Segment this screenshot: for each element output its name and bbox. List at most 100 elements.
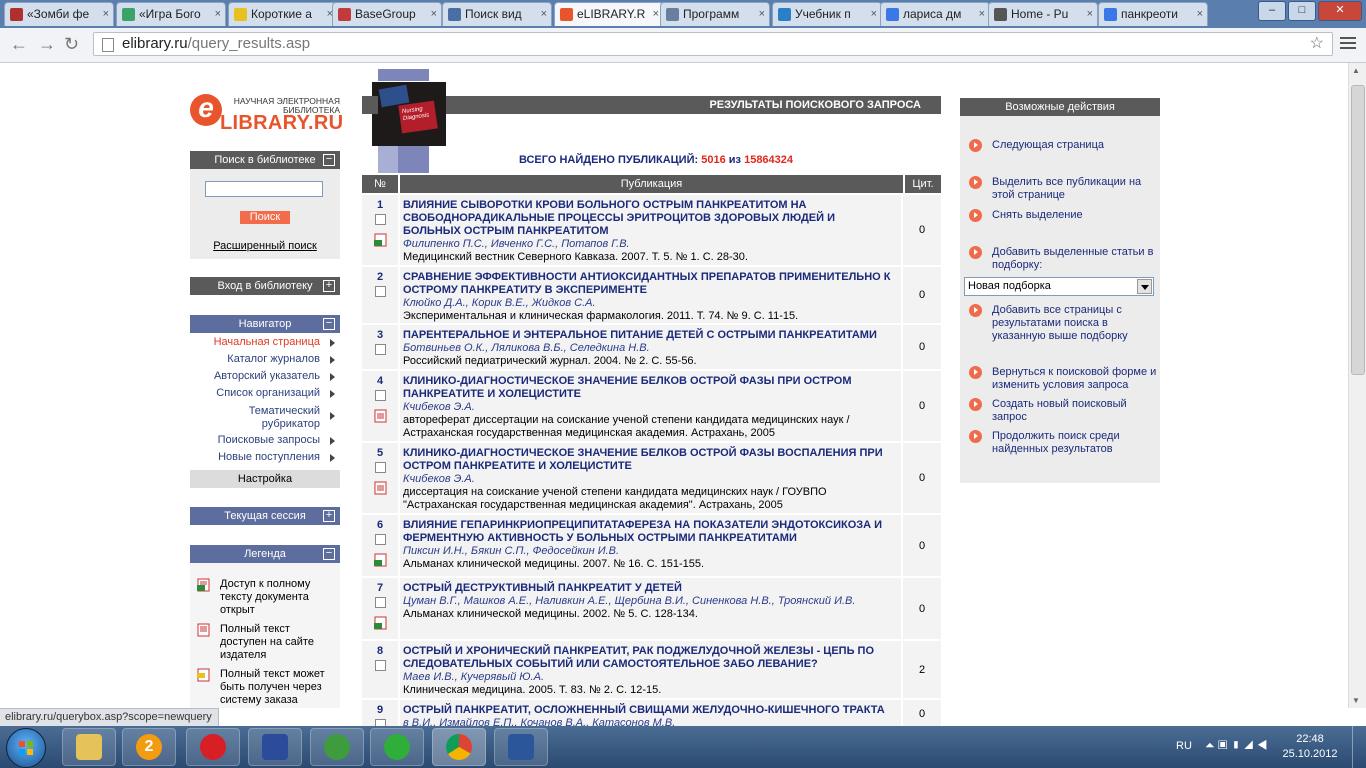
row-checkbox[interactable] [375,534,386,545]
action-arrow-icon[interactable] [969,139,982,152]
publication-authors[interactable]: Клюйко Д.А., Корик В.Е., Жидков С.А. [403,297,893,310]
tab-close-icon[interactable]: × [215,3,221,25]
publication-authors[interactable]: Кчибеков Э.А. [403,401,893,414]
action-back-to-form[interactable]: Вернуться к поисковой форме и изменить у… [992,366,1160,392]
publication-authors[interactable]: Филипенко П.С., Ивченко Г.С., Потапов Г.… [403,238,893,251]
action-arrow-icon[interactable] [969,176,982,189]
publication-authors[interactable]: Пиксин И.Н., Бякин С.П., Федосейкин И.В. [403,545,893,558]
row-checkbox[interactable] [375,462,386,473]
tab-close-icon[interactable]: × [103,3,109,25]
publication-authors[interactable]: Маев И.В., Кучерявый Ю.А. [403,671,893,684]
tab-close-icon[interactable]: × [759,3,765,25]
tab-close-icon[interactable]: × [1197,3,1203,25]
citation-count[interactable]: 0 [903,289,941,301]
collapse-icon[interactable]: − [323,548,335,560]
pdf-open-access-icon[interactable] [374,616,388,630]
expand-icon[interactable]: + [323,280,335,292]
publication-authors[interactable]: Кчибеков Э.А. [403,473,893,486]
citation-count[interactable]: 0 [903,603,941,615]
tray-icons[interactable]: ⏶ ▣ ▮ ◢ ◀ [1205,738,1267,753]
publication-title[interactable]: ПАРЕНТЕРАЛЬНОЕ И ЭНТЕРАЛЬНОЕ ПИТАНИЕ ДЕТ… [403,329,893,342]
row-checkbox[interactable] [375,214,386,225]
citation-count[interactable]: 0 [903,341,941,353]
row-checkbox[interactable] [375,597,386,608]
action-arrow-icon[interactable] [969,209,982,222]
chevron-down-icon[interactable] [1137,279,1152,294]
publication-title[interactable]: ОСТРЫЙ И ХРОНИЧЕСКИЙ ПАНКРЕАТИТ, РАК ПОД… [403,645,893,671]
login-box-header[interactable]: Вход в библиотеку + [190,277,340,295]
action-arrow-icon[interactable] [969,398,982,411]
action-new-query[interactable]: Создать новый поисковый запрос [992,398,1160,424]
action-search-within[interactable]: Продолжить поиск среди найденных результ… [992,430,1160,456]
publication-title[interactable]: ВЛИЯНИЕ ГЕПАРИНКРИОПРЕЦИПИТАТАФЕРЕЗА НА … [403,519,893,545]
browser-tab[interactable]: Короткие а × [228,2,338,26]
collapse-icon[interactable]: − [323,318,335,330]
browser-tab[interactable]: панкреоти × [1098,2,1208,26]
nav-item-organizations[interactable]: Список организаций [210,387,320,400]
taskbar-chrome[interactable] [432,728,486,766]
tab-close-icon[interactable]: × [1087,3,1093,25]
taskbar-clock[interactable]: 22:48 25.10.2012 [1280,732,1340,762]
nav-item-journals[interactable]: Каталог журналов [210,353,320,366]
pdf-open-access-icon[interactable] [374,553,388,567]
browser-tab[interactable]: Home - Pu × [988,2,1098,26]
nav-item-rubricator[interactable]: Тематический рубрикатор [210,405,320,431]
browser-tab[interactable]: Учебник п × [772,2,882,26]
publication-title[interactable]: КЛИНИКО-ДИАГНОСТИЧЕСКОЕ ЗНАЧЕНИЕ БЕЛКОВ … [403,375,893,401]
pdf-open-access-icon[interactable] [374,233,388,247]
taskbar-save[interactable] [248,728,302,766]
citation-count[interactable]: 0 [903,708,941,720]
nav-item-queries[interactable]: Поисковые запросы [210,434,320,447]
scrollbar-thumb[interactable] [1351,85,1365,375]
action-arrow-icon[interactable] [969,246,982,259]
publication-title[interactable]: СРАВНЕНИЕ ЭФФЕКТИВНОСТИ АНТИОКСИДАНТНЫХ … [403,271,893,297]
publication-title[interactable]: КЛИНИКО-ДИАГНОСТИЧЕСКОЕ ЗНАЧЕНИЕ БЕЛКОВ … [403,447,893,473]
publication-title[interactable]: ОСТРЫЙ ДЕСТРУКТИВНЫЙ ПАНКРЕАТИТ У ДЕТЕЙ [403,582,893,595]
start-button[interactable] [6,728,46,768]
taskbar-explorer[interactable] [62,728,116,766]
action-select-all[interactable]: Выделить все публикации на этой странице [992,176,1160,202]
pdf-publisher-icon[interactable] [374,481,388,495]
search-button[interactable]: Поиск [240,211,290,224]
forward-icon[interactable]: → [38,34,56,55]
maximize-button[interactable]: □ [1288,1,1316,21]
action-next-page[interactable]: Следующая страница [992,139,1160,152]
input-language[interactable]: RU [1176,740,1192,752]
publication-authors[interactable]: Цуман В.Г., Машков А.Е., Наливкин А.Е., … [403,595,893,608]
row-checkbox[interactable] [375,286,386,297]
row-checkbox[interactable] [375,344,386,355]
publication-authors[interactable]: Ботвиньев О.К., Ляликова В.Б., Селедкина… [403,342,893,355]
scroll-down-icon[interactable]: ▼ [1352,696,1360,705]
publication-title[interactable]: ОСТРЫЙ ПАНКРЕАТИТ, ОСЛОЖНЕННЫЙ СВИЩАМИ Ж… [403,704,893,717]
nav-item-home[interactable]: Начальная страница [210,336,320,349]
taskbar-mail-agent[interactable] [370,728,424,766]
close-window-button[interactable]: ✕ [1318,1,1362,21]
action-deselect[interactable]: Снять выделение [992,209,1160,222]
nav-item-new[interactable]: Новые поступления [210,451,320,464]
address-bar[interactable]: elibrary.ru/query_results.asp ☆ [93,32,1333,56]
reload-icon[interactable]: ↻ [64,34,79,55]
taskbar-utorrent[interactable] [310,728,364,766]
page-scrollbar[interactable]: ▲ ▼ [1348,63,1366,708]
action-arrow-icon[interactable] [969,430,982,443]
citation-count[interactable]: 0 [903,400,941,412]
settings-link[interactable]: Настройка [190,470,340,488]
action-add-all-pages[interactable]: Добавить все страницы с результатами пои… [992,304,1160,343]
browser-tab[interactable]: Программ × [660,2,770,26]
session-header[interactable]: Текущая сессия + [190,507,340,525]
tab-close-icon[interactable]: × [431,3,437,25]
tab-close-icon[interactable]: × [979,3,985,25]
taskbar-messenger[interactable]: 2 [122,728,176,766]
citation-count[interactable]: 0 [903,224,941,236]
collection-select[interactable]: Новая подборка [964,277,1154,296]
browser-tab[interactable]: лариса дм × [880,2,990,26]
browser-tab[interactable]: Поиск вид × [442,2,552,26]
citation-count[interactable]: 0 [903,472,941,484]
action-add-selected[interactable]: Добавить выделенные статьи в подборку: [992,246,1160,272]
taskbar-word[interactable] [494,728,548,766]
publication-title[interactable]: ВЛИЯНИЕ СЫВОРОТКИ КРОВИ БОЛЬНОГО ОСТРЫМ … [403,199,893,238]
nav-item-authors[interactable]: Авторский указатель [210,370,320,383]
minimize-button[interactable]: – [1258,1,1286,21]
tab-close-icon[interactable]: × [653,3,659,25]
tab-close-icon[interactable]: × [541,3,547,25]
